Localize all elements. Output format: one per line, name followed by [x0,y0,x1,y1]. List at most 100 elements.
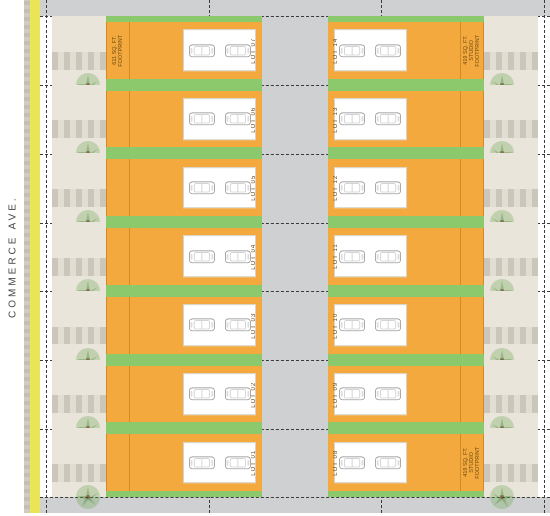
lot-label: LOT 01 [248,438,260,487]
building-footprint: LOT 03 [106,297,262,354]
driveway [183,373,256,415]
footprint-label [463,370,481,419]
car-icon [187,448,217,477]
walkway [52,120,106,138]
footprint-label [109,232,127,281]
walkway [484,464,538,482]
driveway [183,442,256,484]
car-icon [338,36,368,65]
car-icon [338,242,368,271]
car-icon [187,36,217,65]
walkway [52,258,106,276]
lot: 419 SQ. FT. STUDIO FOOTPRINT LOT 08 [328,428,538,497]
driveway [334,167,407,209]
footprint-label: 419 SQ. FT. STUDIO FOOTPRINT [463,26,481,75]
grid-line-v [544,0,545,513]
driveway [334,304,407,346]
lot-label: LOT 05 [248,163,260,212]
walkway [52,464,106,482]
lot-label: LOT 14 [330,26,342,75]
driveway [334,373,407,415]
lot-label: LOT 04 [248,232,260,281]
building-footprint: 611 SQ. FT. FOOTPRINTLOT 07 [106,22,262,79]
lot: 611 SQ. FT. FOOTPRINTLOT 07 [52,16,262,85]
walkway [52,327,106,345]
footprint-label: 611 SQ. FT. FOOTPRINT [109,26,127,75]
building-footprint: LOT 10 [328,297,484,354]
car-icon [338,379,368,408]
footprint-label [463,301,481,350]
car-icon [374,379,404,408]
lot-label: LOT 08 [330,438,342,487]
driveway [334,442,407,484]
footprint-label [109,370,127,419]
building-footprint: LOT 04 [106,228,262,285]
lot: 419 SQ. FT. STUDIO FOOTPRINT LOT 14 [328,16,538,85]
lot: LOT 01 [52,428,262,497]
driveway [183,98,256,140]
footprint-label [109,301,127,350]
footprint-label [463,232,481,281]
walkway [52,395,106,413]
car-icon [187,379,217,408]
walkway [52,189,106,207]
car-icon [187,242,217,271]
building-footprint: LOT 12 [328,159,484,216]
tree-icon [488,483,516,511]
car-icon [187,311,217,340]
lot-label: LOT 12 [330,163,342,212]
footprint-label [109,438,127,487]
building-footprint: LOT 09 [328,366,484,423]
grid-line-v [46,0,47,513]
driveway [334,236,407,278]
lot: LOT 10 [328,291,538,360]
car-icon [374,173,404,202]
footprint-label [109,95,127,144]
driveway [183,236,256,278]
driveway [183,167,256,209]
car-icon [338,173,368,202]
car-icon [187,173,217,202]
lot: LOT 12 [328,153,538,222]
building-footprint: LOT 11 [328,228,484,285]
walkway [484,189,538,207]
plan-area: 611 SQ. FT. FOOTPRINTLOT 07 LOT 06 LOT 05 L… [40,0,550,513]
lot: LOT 09 [328,360,538,429]
car-icon [374,448,404,477]
walkway [484,52,538,70]
lot-label: LOT 11 [330,232,342,281]
block-west: 611 SQ. FT. FOOTPRINTLOT 07 LOT 06 LOT 05 L… [52,16,262,497]
lot: LOT 03 [52,291,262,360]
walkway [484,327,538,345]
footprint-label [463,95,481,144]
lot: LOT 06 [52,85,262,154]
lot-label: LOT 06 [248,95,260,144]
walkway [52,52,106,70]
footprint-label [109,163,127,212]
lot: LOT 11 [328,222,538,291]
car-icon [374,311,404,340]
building-footprint: 419 SQ. FT. STUDIO FOOTPRINT LOT 08 [328,434,484,491]
street-name: COMMERCE AVE. [2,0,24,513]
building-footprint: 419 SQ. FT. STUDIO FOOTPRINT LOT 14 [328,22,484,79]
walkway [484,395,538,413]
car-icon [338,448,368,477]
footprint-label [463,163,481,212]
lot-label: LOT 09 [330,370,342,419]
car-icon [338,311,368,340]
lot: LOT 13 [328,85,538,154]
building-footprint: LOT 06 [106,91,262,148]
footprint-label: 419 SQ. FT. STUDIO FOOTPRINT [463,438,481,487]
building-footprint: LOT 01 [106,434,262,491]
block-east: 419 SQ. FT. STUDIO FOOTPRINT LOT 14 LOT 13… [328,16,538,497]
walkway [484,120,538,138]
lot-label: LOT 02 [248,370,260,419]
accent-band [30,0,40,513]
driveway [334,30,407,72]
driveway [334,98,407,140]
car-icon [374,36,404,65]
tree-icon [74,483,102,511]
driveway [183,30,256,72]
driveway [183,304,256,346]
lot: LOT 02 [52,360,262,429]
